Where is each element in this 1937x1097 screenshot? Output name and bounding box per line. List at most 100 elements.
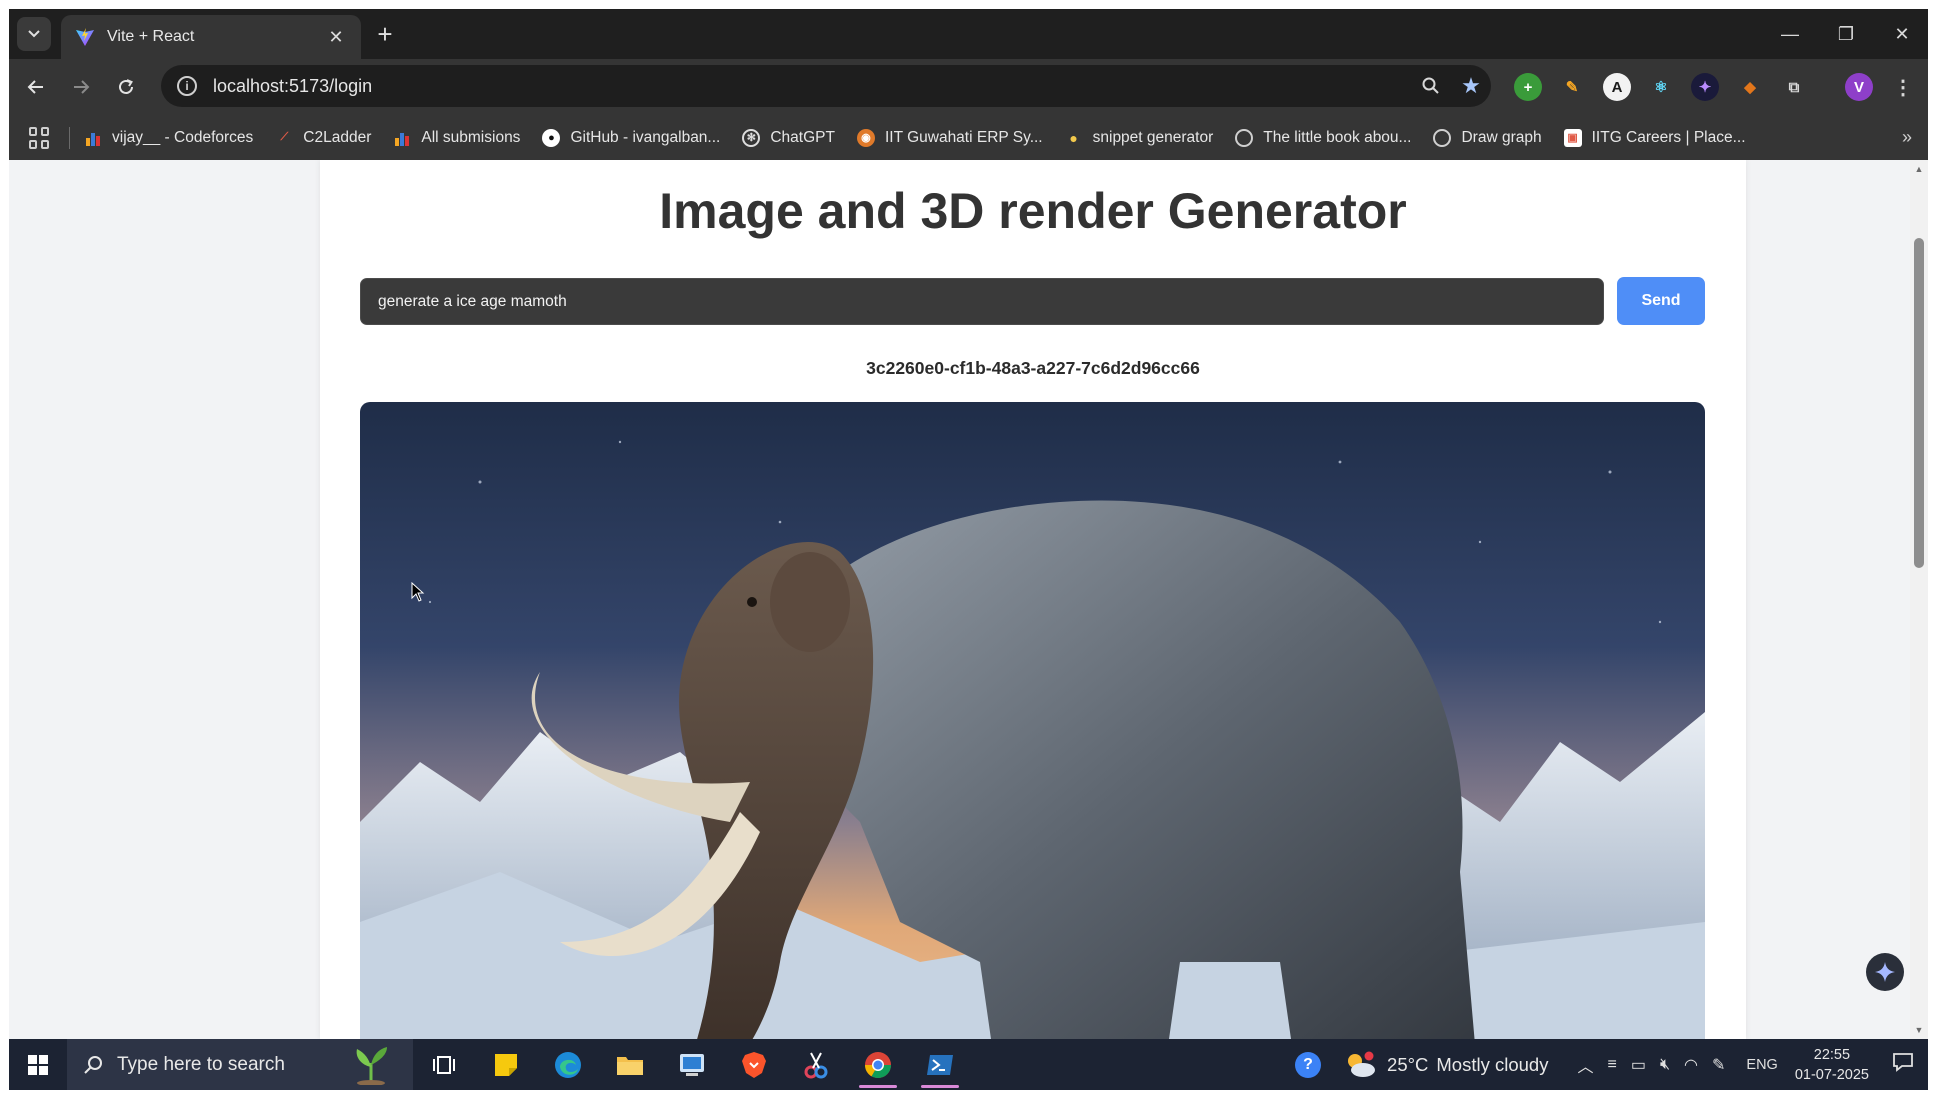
screen: Vite + React ✕ + — ❐ ✕ i localhost:5173/… — [0, 0, 1937, 1097]
language-indicator[interactable]: ENG — [1746, 1057, 1777, 1073]
tab-strip: Vite + React ✕ + — ❐ ✕ — [9, 9, 1928, 59]
bookmark-item[interactable]: All submisions — [393, 129, 520, 147]
chatgpt-icon: ✻ — [742, 128, 761, 147]
extension-a-icon[interactable]: A — [1603, 73, 1631, 101]
address-bar[interactable]: i localhost:5173/login ★ — [161, 65, 1491, 107]
tab-close-icon[interactable]: ✕ — [325, 27, 347, 48]
active-indicator — [921, 1085, 959, 1088]
bookmark-item[interactable]: ● snippet generator — [1065, 129, 1213, 147]
forward-arrow-icon — [74, 80, 90, 94]
metamask-icon[interactable]: ◆ — [1736, 73, 1764, 101]
page-title: Image and 3D render Generator — [659, 183, 1407, 239]
bookmark-item[interactable]: ● GitHub - ivangalban... — [542, 128, 720, 147]
back-button[interactable] — [20, 71, 52, 103]
prompt-input[interactable] — [360, 278, 1604, 325]
weather-widget[interactable]: 25°C Mostly cloudy — [1343, 1051, 1548, 1079]
back-arrow-icon — [27, 80, 43, 94]
pen-icon[interactable]: ✎ — [1712, 1055, 1725, 1075]
minimize-icon[interactable]: — — [1762, 9, 1818, 59]
apps-grid-icon[interactable] — [29, 126, 51, 149]
tab-search-button[interactable] — [17, 17, 51, 51]
chevron-up-icon[interactable]: ︿ — [1577, 1053, 1593, 1077]
bar-chart-icon — [393, 129, 411, 147]
active-indicator — [859, 1085, 897, 1088]
ladder-icon: ⟋ — [280, 131, 289, 143]
bookmark-item[interactable]: Draw graph — [1433, 128, 1542, 147]
sparkle-icon — [1875, 962, 1895, 982]
reload-button[interactable] — [110, 71, 142, 103]
sticky-notes-icon[interactable] — [475, 1039, 537, 1090]
help-icon[interactable]: ? — [1295, 1051, 1322, 1078]
scroll-down-icon[interactable]: ▼ — [1913, 1025, 1925, 1035]
mouse-cursor-icon — [411, 582, 425, 602]
duck-icon: ● — [1069, 129, 1078, 146]
restore-icon[interactable]: ❐ — [1818, 9, 1874, 59]
edge-browser-icon[interactable] — [537, 1039, 599, 1090]
browser-tab[interactable]: Vite + React ✕ — [61, 15, 361, 59]
gemini-sparkle-button[interactable] — [1866, 953, 1904, 991]
bookmark-item[interactable]: ▣ IITG Careers | Place... — [1563, 128, 1746, 147]
cloudy-weather-icon — [1348, 1051, 1376, 1077]
forward-button[interactable] — [65, 71, 97, 103]
bookmark-item[interactable]: ✻ ChatGPT — [742, 128, 835, 147]
globe-icon — [1235, 128, 1254, 147]
scroll-thumb[interactable] — [1914, 238, 1924, 568]
weather-text: Mostly cloudy — [1436, 1053, 1549, 1075]
chevron-down-icon — [28, 30, 40, 38]
notification-settings-icon[interactable]: ≡ — [1607, 1056, 1616, 1074]
windows-logo-icon — [28, 1054, 48, 1075]
react-devtools-icon[interactable]: ⚛ — [1647, 73, 1675, 101]
vite-logo-icon — [76, 28, 94, 46]
bookmark-star-icon[interactable]: ★ — [1451, 66, 1491, 106]
url-text[interactable]: localhost:5173/login — [213, 76, 1411, 97]
action-center-icon[interactable] — [1892, 1052, 1914, 1077]
profile-avatar[interactable]: V — [1845, 73, 1873, 101]
system-tray: ? 25°C Mostly cloudy ︿ ≡ ▭ 🔇︎ ◠ ✎ ENG 22… — [1288, 1039, 1928, 1090]
windows-taskbar: Type here to search ? 25°C Mostly cloudy… — [9, 1039, 1928, 1090]
iitg-careers-icon: ▣ — [1563, 128, 1582, 147]
iitg-icon: ◉ — [856, 128, 875, 147]
start-button[interactable] — [9, 1039, 67, 1090]
brave-browser-icon[interactable] — [723, 1039, 785, 1090]
extension-star-icon[interactable]: ✦ — [1691, 73, 1719, 101]
send-button[interactable]: Send — [1617, 277, 1705, 325]
clock[interactable]: 22:55 01-07-2025 — [1795, 1045, 1869, 1085]
extension-paint-icon[interactable]: ✎ — [1558, 73, 1586, 101]
menu-kebab-icon[interactable]: ⋮ — [1889, 73, 1917, 101]
tab-title: Vite + React — [107, 28, 195, 45]
generator-panel: Image and 3D render Generator Send 3c226… — [320, 160, 1746, 1039]
bookmark-item[interactable]: The little book abou... — [1235, 128, 1411, 147]
more-bookmarks-icon[interactable]: » — [1902, 127, 1912, 148]
clock-date: 01-07-2025 — [1794, 1066, 1869, 1083]
extensions-puzzle-icon[interactable]: ⧉ — [1780, 73, 1808, 101]
page-viewport: Image and 3D render Generator Send 3c226… — [9, 160, 1910, 1039]
plant-icon — [356, 1047, 387, 1085]
taskbar-search[interactable]: Type here to search — [67, 1039, 413, 1090]
temperature: 25°C — [1387, 1053, 1429, 1075]
wifi-icon[interactable]: ◠ — [1684, 1055, 1698, 1075]
bookmark-item[interactable]: ⟋ C2Ladder — [275, 129, 371, 147]
search-icon — [84, 1055, 102, 1074]
volume-muted-icon[interactable]: 🔇︎ — [1660, 1056, 1670, 1074]
page-scrollbar[interactable]: ▲ ▼ — [1910, 160, 1928, 1039]
remote-desktop-icon[interactable] — [661, 1039, 723, 1090]
battery-icon[interactable]: ▭ — [1631, 1055, 1646, 1075]
bookmark-item[interactable]: ◉ IIT Guwahati ERP Sy... — [856, 128, 1043, 147]
extension-plus-icon[interactable]: + — [1514, 73, 1542, 101]
bookmark-separator — [69, 126, 70, 149]
scroll-up-icon[interactable]: ▲ — [1913, 164, 1925, 174]
search-placeholder: Type here to search — [117, 1053, 285, 1075]
new-tab-button[interactable]: + — [371, 21, 399, 49]
bookmark-item[interactable]: vijay__ - Codeforces — [84, 129, 253, 147]
chrome-browser-icon[interactable] — [847, 1039, 909, 1090]
navigation-bar: i localhost:5173/login ★ + ✎ A ⚛ ✦ ◆ ⧉ V… — [9, 59, 1928, 115]
task-view-icon[interactable] — [413, 1039, 475, 1090]
close-window-icon[interactable]: ✕ — [1874, 9, 1930, 59]
snipping-tool-icon[interactable] — [785, 1039, 847, 1090]
file-explorer-icon[interactable] — [599, 1039, 661, 1090]
clock-time: 22:55 — [1813, 1046, 1851, 1063]
site-info-icon[interactable]: i — [177, 76, 197, 96]
zoom-icon[interactable] — [1411, 66, 1451, 106]
job-id: 3c2260e0-cf1b-48a3-a227-7c6d2d96cc66 — [866, 358, 1200, 378]
powershell-icon[interactable] — [909, 1039, 971, 1090]
